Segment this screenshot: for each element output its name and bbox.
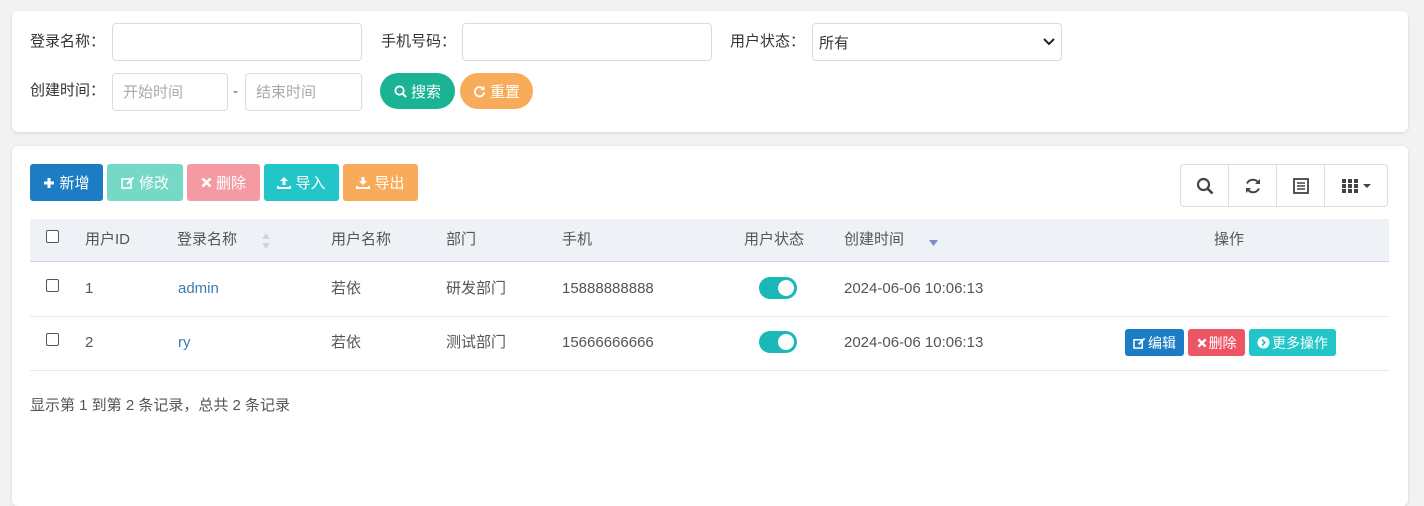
phone-label: 手机号码： <box>381 33 457 50</box>
status-label: 用户状态： <box>730 33 806 50</box>
table-tools <box>1180 164 1388 207</box>
row-checkbox[interactable] <box>46 333 59 346</box>
search-icon <box>1196 177 1213 194</box>
search-button-label: 搜索 <box>410 83 441 101</box>
header-created[interactable]: 创建时间 <box>844 219 904 261</box>
chevron-circle-right-icon <box>1257 336 1270 349</box>
cell-dept: 研发部门 <box>446 280 507 297</box>
row-delete-button[interactable]: 删除 <box>1188 329 1245 356</box>
import-button[interactable]: 导入 <box>264 164 339 201</box>
table-panel: 新增 修改 删除 导入 导出 用户ID 登录名称 用户名称 部门 手机 用户状态… <box>12 146 1408 506</box>
header-login-name[interactable]: 登录名称 <box>177 219 237 261</box>
cell-dept: 测试部门 <box>446 334 507 351</box>
grid-icon <box>1341 178 1358 193</box>
table-header: 用户ID 登录名称 用户名称 部门 手机 用户状态 创建时间 操作 <box>30 219 1389 262</box>
row-delete-label: 删除 <box>1208 334 1237 351</box>
search-icon <box>394 84 407 98</box>
date-range-dash: - <box>233 83 238 100</box>
end-time-input[interactable] <box>245 73 362 111</box>
export-button[interactable]: 导出 <box>343 164 418 201</box>
row-more-button[interactable]: 更多操作 <box>1249 329 1336 356</box>
row-more-label: 更多操作 <box>1272 334 1328 351</box>
download-icon <box>356 177 371 189</box>
header-status[interactable]: 用户状态 <box>744 219 804 261</box>
delete-button-label: 删除 <box>215 175 246 192</box>
header-actions: 操作 <box>1214 231 1245 248</box>
header-user-name[interactable]: 用户名称 <box>331 219 391 261</box>
status-toggle[interactable] <box>759 277 797 299</box>
upload-icon <box>277 177 292 189</box>
import-button-label: 导入 <box>295 175 326 192</box>
cell-created: 2024-06-06 10:06:13 <box>844 280 984 297</box>
header-user-id[interactable]: 用户ID <box>85 219 130 261</box>
reset-button-label: 重置 <box>489 83 520 101</box>
cell-user-name: 若依 <box>331 280 362 297</box>
status-select[interactable]: 所有 <box>812 23 1062 61</box>
edit-icon <box>121 176 135 189</box>
chevron-down-icon <box>1043 38 1055 46</box>
sort-desc-icon[interactable] <box>928 239 939 247</box>
edit-button-label: 修改 <box>138 175 169 192</box>
login-name-input[interactable] <box>112 23 362 61</box>
table-search-button[interactable] <box>1181 165 1229 206</box>
table-row: 2 ry 若依 测试部门 15666666666 2024-06-06 10:0… <box>30 316 1389 371</box>
export-button-label: 导出 <box>374 175 405 192</box>
close-icon <box>201 177 212 188</box>
add-button-label: 新增 <box>59 175 90 192</box>
refresh-icon <box>1245 178 1260 193</box>
status-select-value: 所有 <box>819 34 850 52</box>
cell-created: 2024-06-06 10:06:13 <box>844 334 984 351</box>
delete-button[interactable]: 删除 <box>187 164 260 201</box>
login-name-label: 登录名称： <box>30 33 106 50</box>
sort-both-icon[interactable] <box>261 232 271 250</box>
header-phone[interactable]: 手机 <box>562 219 592 261</box>
refresh-icon <box>473 85 486 97</box>
cell-login-name[interactable]: ry <box>178 316 191 370</box>
cell-login-name[interactable]: admin <box>178 262 219 316</box>
cell-user-name: 若依 <box>331 334 362 351</box>
list-icon <box>1292 177 1309 194</box>
cell-phone: 15888888888 <box>562 280 654 297</box>
cell-user-id: 1 <box>85 280 94 297</box>
table-refresh-button[interactable] <box>1229 165 1277 206</box>
row-checkbox[interactable] <box>46 279 59 292</box>
header-dept[interactable]: 部门 <box>446 219 476 261</box>
cell-phone: 15666666666 <box>562 334 654 351</box>
created-time-label: 创建时间： <box>30 82 106 99</box>
pagination-summary: 显示第 1 到第 2 条记录，总共 2 条记录 <box>30 397 291 414</box>
row-edit-label: 编辑 <box>1148 334 1176 351</box>
table-columns-button[interactable] <box>1325 165 1387 206</box>
table-toggle-view-button[interactable] <box>1277 165 1325 206</box>
close-icon <box>1197 338 1206 347</box>
select-all-checkbox[interactable] <box>46 230 59 243</box>
search-button[interactable]: 搜索 <box>380 73 455 109</box>
start-time-input[interactable] <box>112 73 228 111</box>
table-row: 1 admin 若依 研发部门 15888888888 2024-06-06 1… <box>30 262 1389 317</box>
search-panel: 登录名称： 手机号码： 用户状态： 所有 创建时间： - 搜索 重置 <box>12 11 1408 132</box>
reset-button[interactable]: 重置 <box>460 73 533 109</box>
cell-user-id: 2 <box>85 334 94 351</box>
status-toggle[interactable] <box>759 331 797 353</box>
edit-button[interactable]: 修改 <box>107 164 183 201</box>
row-edit-button[interactable]: 编辑 <box>1125 329 1184 356</box>
phone-input[interactable] <box>462 23 712 61</box>
add-button[interactable]: 新增 <box>30 164 103 201</box>
plus-icon <box>44 177 55 188</box>
edit-icon <box>1133 337 1146 349</box>
caret-down-icon <box>1362 183 1371 188</box>
